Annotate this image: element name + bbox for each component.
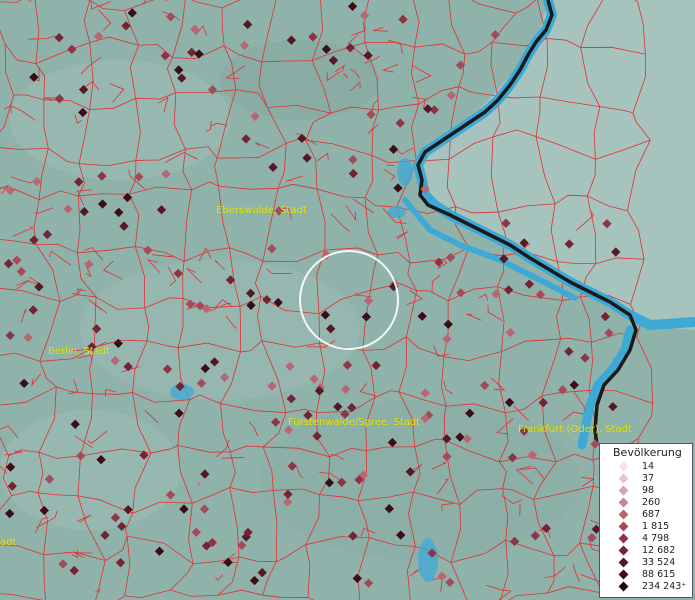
legend-title: Bevölkerung [613, 446, 682, 459]
legend-label: 687 [642, 509, 661, 520]
legend-swatch-icon [618, 533, 629, 544]
legend-swatch-icon [618, 485, 629, 496]
legend-entry: 687 [600, 509, 692, 521]
city-label-eberswalde: Eberswalde, Stadt [216, 205, 307, 216]
legend-label: 4 798 [642, 533, 670, 544]
legend-label: 33 524 [642, 557, 676, 568]
legend-label: 12 682 [642, 545, 676, 556]
legend-label: 260 [642, 497, 661, 508]
legend-label: 37 [642, 473, 655, 484]
legend-swatch-icon [618, 569, 629, 580]
legend-swatch-icon [618, 521, 629, 532]
city-label-frankfurt: Frankfurt (Oder), Stadt [518, 424, 632, 435]
legend-entry: 98 [600, 485, 692, 497]
legend-swatch-icon [618, 497, 629, 508]
legend-label: 14 [642, 461, 655, 472]
city-label-fuerstenwalde: Fürstenwalde/Spree, Stadt [288, 417, 421, 428]
legend-entry: 12 682 [600, 545, 692, 557]
legend-swatch-icon [618, 473, 629, 484]
legend-entry: 37 [600, 473, 692, 485]
legend-entry: 14 [600, 461, 692, 473]
legend-swatch-icon [618, 461, 629, 472]
legend: Bevölkerung 14 37 98 260 687 1 815 4 798 12 682… [599, 443, 693, 598]
legend-label: 1 815 [642, 521, 670, 532]
legend-entry: 4 798 [600, 533, 692, 545]
legend-label: 234 243⁺ [642, 581, 687, 592]
legend-swatch-icon [618, 557, 629, 568]
map-canvas[interactable] [0, 0, 695, 600]
legend-entry: 234 243⁺ [600, 581, 692, 593]
legend-entry: 1 815 [600, 521, 692, 533]
city-label-left-edge: adt [0, 537, 17, 548]
legend-label: 98 [642, 485, 655, 496]
legend-swatch-icon [618, 581, 629, 592]
legend-entry: 33 524 [600, 557, 692, 569]
legend-label: 88 615 [642, 569, 676, 580]
legend-swatch-icon [618, 509, 629, 520]
city-label-berlin: Berlin, Stadt [48, 346, 111, 357]
legend-entry: 88 615 [600, 569, 692, 581]
legend-swatch-icon [618, 545, 629, 556]
legend-entry: 260 [600, 497, 692, 509]
legend-entries: 14 37 98 260 687 1 815 4 798 12 682 33 524 88 615… [600, 459, 692, 593]
